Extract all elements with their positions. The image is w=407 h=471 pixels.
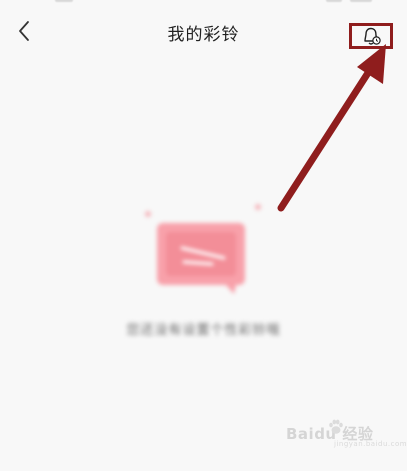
screen: 我的彩铃 您还没有设置个性彩铃哦 Baidu 经验 jingyan.baidu.… — [0, 0, 407, 471]
bell-clock-icon — [364, 27, 381, 45]
empty-state: 您还没有设置个性彩铃哦 — [0, 190, 407, 370]
watermark-url: jingyan.baidu.com — [334, 440, 407, 448]
no-ringtone-illustration — [140, 190, 270, 300]
paw-icon — [329, 419, 343, 434]
empty-state-message: 您还没有设置个性彩铃哦 — [126, 322, 281, 337]
baidu-jingyan-watermark: Baidu 经验 jingyan.baidu.com — [286, 415, 407, 455]
top-navigation-bar: 我的彩铃 — [0, 0, 407, 62]
ringtone-alert-button[interactable] — [349, 23, 393, 49]
page-title: 我的彩铃 — [167, 25, 240, 44]
